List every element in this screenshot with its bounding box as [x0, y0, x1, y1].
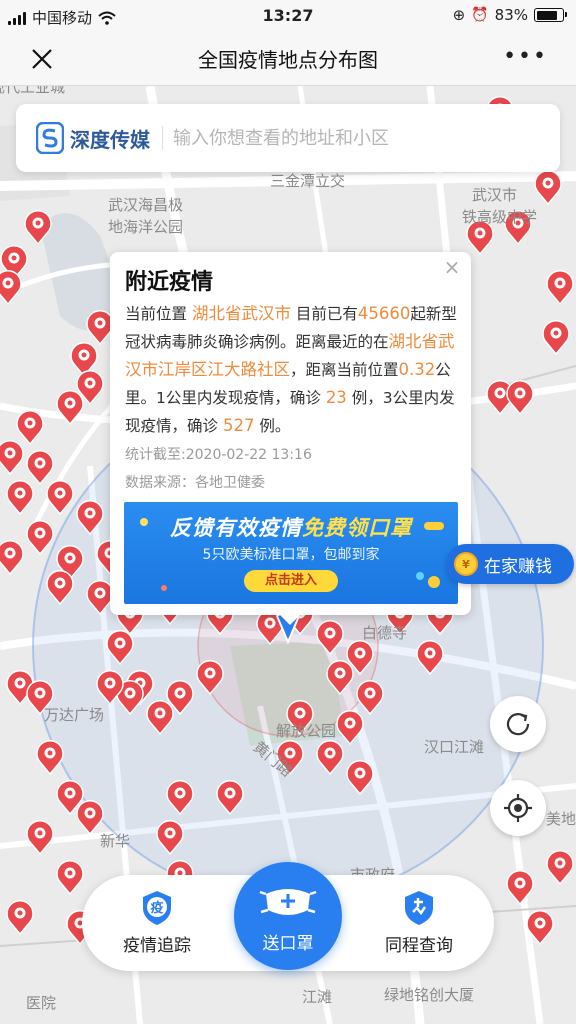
status-right: ⊕ ⏰ 83%	[452, 6, 567, 24]
epidemic-marker[interactable]	[56, 859, 84, 896]
epidemic-tracking-button[interactable]: 疫 疫情追踪	[92, 887, 222, 956]
send-mask-button[interactable]: 送口罩	[234, 862, 342, 970]
epidemic-marker[interactable]	[542, 319, 570, 356]
battery-label: 83%	[494, 6, 528, 24]
epidemic-marker[interactable]	[26, 449, 54, 486]
epidemic-marker[interactable]	[46, 479, 74, 516]
epidemic-icon: 疫	[92, 887, 222, 929]
epidemic-marker[interactable]	[0, 269, 22, 306]
more-icon: •••	[503, 44, 548, 69]
status-bar: 中国移动 13:27 ⊕ ⏰ 83%	[0, 0, 576, 32]
coin-icon: ¥	[454, 552, 478, 576]
mask-icon	[259, 889, 317, 915]
epidemic-marker[interactable]	[36, 739, 64, 776]
epidemic-marker[interactable]	[546, 269, 574, 306]
battery-fill	[536, 10, 558, 20]
search-input[interactable]	[173, 127, 483, 149]
epidemic-marker[interactable]	[6, 479, 34, 516]
more-button[interactable]: •••	[503, 46, 548, 68]
refresh-icon	[506, 713, 530, 736]
map-label: 美地	[546, 810, 576, 828]
banner-title-a: 反馈有效疫情	[170, 516, 302, 540]
banner-enter-button[interactable]: 点击进入	[244, 570, 338, 592]
epidemic-marker[interactable]	[506, 869, 534, 906]
trip-shield-icon	[354, 887, 484, 929]
epidemic-marker[interactable]	[76, 799, 104, 836]
nav-bar: 全国疫情地点分布图 •••	[0, 32, 576, 86]
stats-time: 统计截至:2020-02-22 13:16	[125, 447, 312, 463]
epidemic-marker[interactable]	[534, 169, 562, 206]
banner-title: 反馈有效疫情免费领口罩	[124, 512, 458, 542]
current-location: 湖北省武汉市	[191, 304, 291, 323]
earn-label: 在家赚钱	[484, 556, 552, 577]
map-label: 白德寺	[362, 624, 408, 642]
battery-icon	[534, 8, 567, 22]
map-label: 解放公园	[276, 722, 337, 740]
brand-name: 深度传媒	[70, 127, 150, 152]
map-label: 江滩	[302, 988, 333, 1006]
epidemic-marker[interactable]	[0, 539, 24, 576]
popup-title: 附近疫情	[125, 270, 214, 295]
brand-logo-icon	[36, 122, 64, 154]
popup-close-button[interactable]: ×	[441, 256, 463, 278]
alarm-icon: ⏰	[471, 7, 489, 23]
data-source: 数据来源：各地卫健委	[125, 475, 265, 491]
cases-1km: 23	[325, 388, 347, 407]
popup-text: 当前位置	[125, 305, 188, 323]
popup-text: 例。	[259, 417, 291, 435]
map-label: 万达广场	[44, 706, 105, 724]
locate-button[interactable]	[490, 780, 546, 836]
refresh-button[interactable]	[490, 696, 546, 752]
map-label: 医院	[26, 994, 57, 1012]
rotation-lock-icon: ⊕	[452, 6, 466, 24]
page-title: 全国疫情地点分布图	[198, 48, 378, 72]
epidemic-marker[interactable]	[0, 439, 24, 476]
total-cases: 45660	[357, 304, 411, 323]
map-label: 铁高级中学	[462, 208, 538, 226]
free-mask-banner[interactable]: 反馈有效疫情免费领口罩 5只欧美标准口罩，包邮到家 点击进入	[124, 502, 458, 604]
banner-title-b: 免费领口罩	[302, 516, 412, 540]
map-label: 绿地铭创大厦	[384, 986, 475, 1004]
search-bar[interactable]: 深度传媒	[16, 104, 560, 172]
same-trip-query-label: 同程查询	[385, 936, 453, 956]
banner-subtitle: 5只欧美标准口罩，包邮到家	[202, 547, 380, 563]
epidemic-icon-text: 疫	[150, 900, 163, 916]
map-label: 汉口江滩	[424, 738, 485, 756]
popup-body: 当前位置 湖北省武汉市 目前已有45660起新型冠状病毒肺炎确诊病例。距离最近的…	[125, 300, 461, 440]
locate-icon	[504, 794, 532, 822]
map-label: 新华	[100, 832, 131, 850]
epidemic-marker[interactable]	[506, 379, 534, 416]
send-mask-label: 送口罩	[262, 934, 314, 954]
popup-text: ，距离当前位置	[290, 361, 399, 379]
epidemic-marker[interactable]	[16, 409, 44, 446]
same-trip-query-button[interactable]: 同程查询	[354, 887, 484, 956]
earn-at-home-button[interactable]: ¥ 在家赚钱	[446, 544, 574, 584]
epidemic-marker[interactable]	[26, 519, 54, 556]
map-label: 三金潭立交	[270, 172, 346, 190]
epidemic-marker[interactable]	[6, 899, 34, 936]
epidemic-marker[interactable]	[26, 819, 54, 856]
epidemic-marker[interactable]	[546, 849, 574, 886]
map-label: 武汉海昌极	[108, 196, 184, 214]
distance-value: 0.32	[398, 360, 436, 379]
epidemic-tracking-label: 疫情追踪	[123, 936, 191, 956]
nearby-epidemic-popup: × 附近疫情 当前位置 湖北省武汉市 目前已有45660起新型冠状病毒肺炎确诊病…	[110, 252, 471, 625]
popup-text: 目前已有	[295, 305, 358, 323]
map-label: 地海洋公园	[108, 218, 184, 236]
search-divider	[162, 126, 163, 150]
cases-3km: 527	[222, 416, 255, 435]
map-label: 武汉市	[472, 186, 518, 204]
map-label: 现代工业城	[0, 86, 66, 96]
